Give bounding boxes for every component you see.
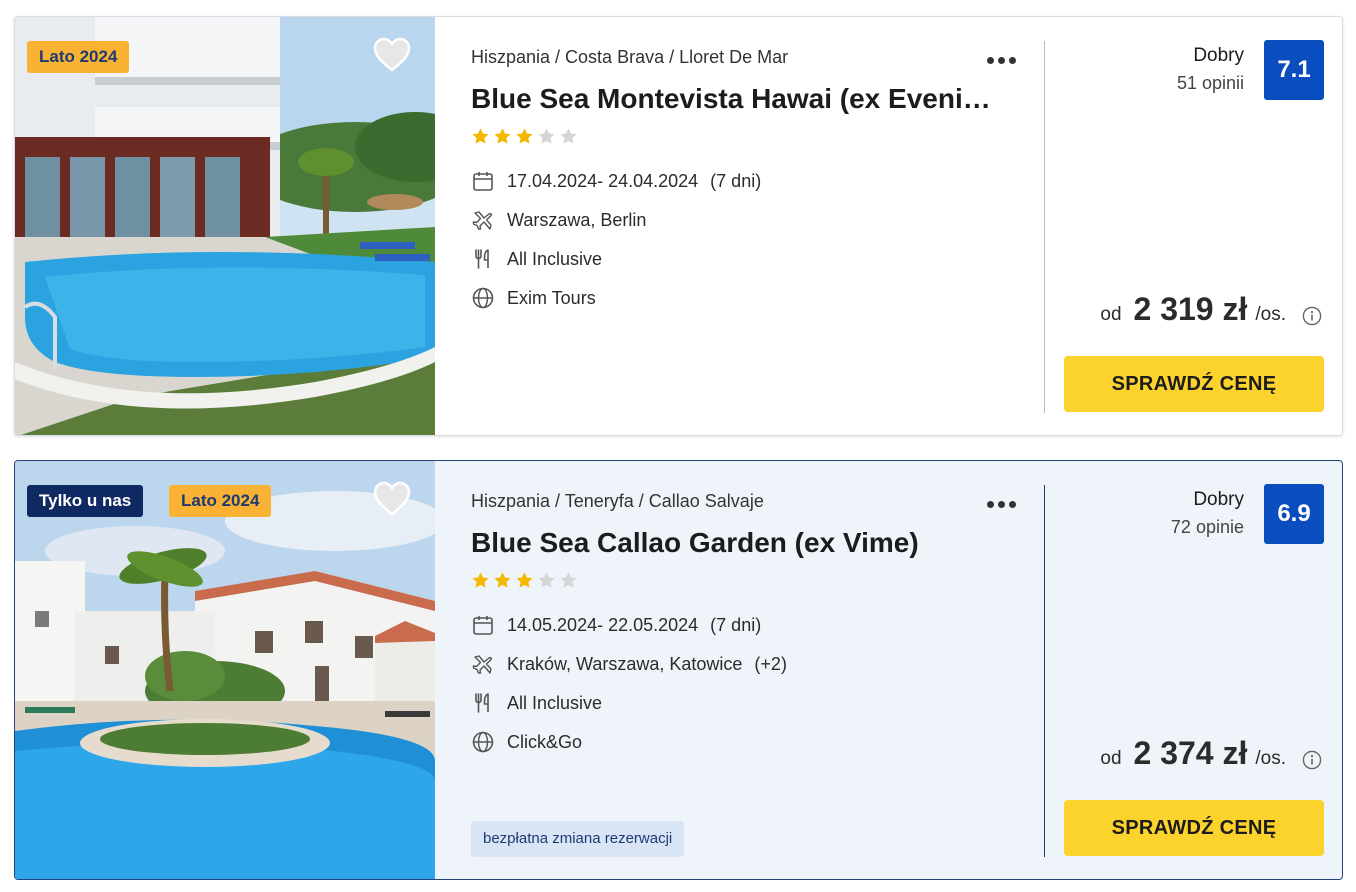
- dates-text: 17.04.2024- 24.04.2024: [507, 170, 699, 191]
- star-filled-icon: [494, 128, 511, 144]
- free-change-tag: bezpłatna zmiana rezerwacji: [471, 821, 685, 857]
- season-badge: Lato 2024: [169, 485, 272, 517]
- check-price-button[interactable]: SPRAWDŹ CENĘ: [1064, 356, 1324, 412]
- price: od 2 319 zł /os.: [1100, 291, 1286, 328]
- dates-text: 14.05.2024- 22.05.2024: [507, 614, 699, 635]
- hotel-title[interactable]: Blue Sea Montevista Hawai (ex Evenia Mon…: [471, 83, 991, 115]
- rating-count[interactable]: 51 opinii: [1177, 73, 1244, 94]
- exclusive-badge: Tylko u nas: [27, 485, 144, 517]
- operator-text: Click&Go: [507, 731, 583, 752]
- price: od 2 374 zł /os.: [1100, 735, 1286, 772]
- more-dots-icon[interactable]: [987, 57, 1017, 65]
- star-filled-icon: [516, 128, 533, 144]
- price-column: Dobry 51 opinii 7.1 od 2 319 zł /os. SPR…: [1043, 17, 1342, 435]
- hotel-photo[interactable]: Lato 2024: [15, 17, 435, 435]
- hotel-photo-image: [15, 17, 435, 435]
- offer-details: Hiszpania / Costa Brava / Lloret De Mar …: [435, 17, 1043, 435]
- plane-icon: [471, 208, 495, 232]
- calendar-icon: [471, 169, 495, 193]
- board-row: All Inclusive: [471, 690, 602, 716]
- star-filled-icon: [494, 572, 511, 588]
- price-amount: 2 374 zł: [1133, 735, 1248, 771]
- star-empty-icon: [560, 128, 577, 144]
- hotel-title[interactable]: Blue Sea Callao Garden (ex Vime): [471, 527, 991, 559]
- board-text: All Inclusive: [507, 248, 603, 269]
- board-text: All Inclusive: [507, 692, 603, 713]
- hotel-photo[interactable]: Tylko u nas Lato 2024: [15, 461, 435, 879]
- price-prefix: od: [1100, 748, 1122, 769]
- info-icon[interactable]: [1302, 750, 1322, 770]
- offer-card[interactable]: Lato 2024 Hiszpania / Costa Brava / Llor…: [14, 16, 1343, 436]
- price-amount: 2 319 zł: [1133, 291, 1248, 327]
- departures-row: Kraków, Warszawa, Katowice (+2): [471, 651, 787, 677]
- score-badge: 7.1: [1264, 40, 1324, 100]
- star-rating: [471, 127, 578, 146]
- breadcrumb[interactable]: Hiszpania / Costa Brava / Lloret De Mar: [471, 47, 788, 68]
- star-filled-icon: [516, 572, 533, 588]
- price-column: Dobry 72 opinie 6.9 od 2 374 zł /os. SPR…: [1043, 461, 1342, 879]
- offer-card[interactable]: Tylko u nas Lato 2024 Hiszpania / Tenery…: [14, 460, 1343, 880]
- rating-count[interactable]: 72 opinie: [1171, 517, 1244, 538]
- dates-row: 17.04.2024- 24.04.2024 (7 dni): [471, 168, 761, 194]
- rating-label: Dobry: [1193, 489, 1244, 510]
- cutlery-icon: [471, 247, 495, 271]
- cutlery-icon: [471, 691, 495, 715]
- info-icon[interactable]: [1302, 306, 1322, 326]
- score-badge: 6.9: [1264, 484, 1324, 544]
- star-empty-icon: [538, 572, 555, 588]
- star-filled-icon: [472, 572, 489, 588]
- departures-text: Kraków, Warszawa, Katowice: [507, 653, 743, 674]
- star-filled-icon: [472, 128, 489, 144]
- board-row: All Inclusive: [471, 246, 602, 272]
- price-suffix: /os.: [1255, 748, 1286, 769]
- offer-details: Hiszpania / Teneryfa / Callao Salvaje Bl…: [435, 461, 1043, 879]
- rating-label: Dobry: [1193, 45, 1244, 66]
- operator-text: Exim Tours: [507, 287, 596, 308]
- heart-icon[interactable]: [373, 481, 411, 517]
- departures-row: Warszawa, Berlin: [471, 207, 646, 233]
- check-price-button[interactable]: SPRAWDŹ CENĘ: [1064, 800, 1324, 856]
- star-rating: [471, 571, 578, 590]
- calendar-icon: [471, 613, 495, 637]
- star-empty-icon: [538, 128, 555, 144]
- dates-row: 14.05.2024- 22.05.2024 (7 dni): [471, 612, 761, 638]
- heart-icon[interactable]: [373, 37, 411, 73]
- operator-row: Exim Tours: [471, 285, 596, 311]
- departures-more[interactable]: (+2): [754, 654, 787, 675]
- price-prefix: od: [1100, 304, 1122, 325]
- operator-row: Click&Go: [471, 729, 582, 755]
- season-badge: Lato 2024: [27, 41, 130, 73]
- globe-icon: [471, 730, 495, 754]
- price-suffix: /os.: [1255, 304, 1286, 325]
- star-empty-icon: [560, 572, 577, 588]
- departures-text: Warszawa, Berlin: [507, 209, 647, 230]
- more-dots-icon[interactable]: [987, 501, 1017, 509]
- duration-text: (7 dni): [710, 614, 762, 635]
- breadcrumb[interactable]: Hiszpania / Teneryfa / Callao Salvaje: [471, 491, 764, 512]
- hotel-photo-image: [15, 461, 435, 879]
- globe-icon: [471, 286, 495, 310]
- plane-icon: [471, 652, 495, 676]
- duration-text: (7 dni): [710, 170, 762, 191]
